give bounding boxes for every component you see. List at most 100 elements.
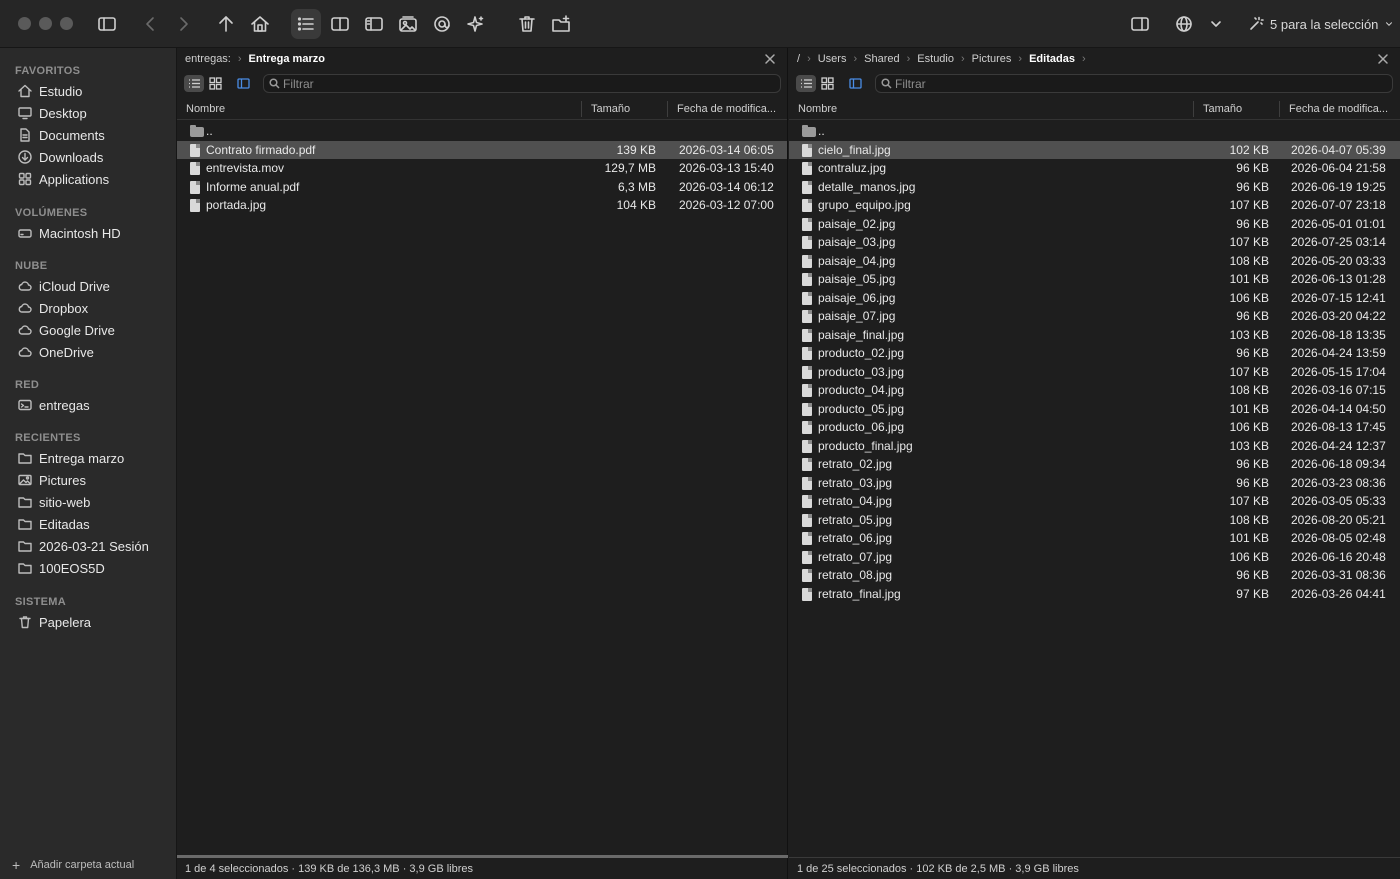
sidebar-item-editadas[interactable]: Editadas (18, 513, 90, 535)
sidebar-item-applications[interactable]: Applications (18, 168, 109, 190)
parent-folder-button[interactable] (211, 9, 241, 39)
forward-button[interactable] (168, 9, 198, 39)
gallery-button[interactable] (393, 9, 423, 39)
sidebar-item-pictures[interactable]: Pictures (18, 469, 86, 491)
table-row[interactable]: retrato_03.jpg 96 KB 2026-03-23 08:36 (789, 474, 1400, 493)
column-size[interactable]: Tamaño (591, 103, 630, 115)
column-divider[interactable] (581, 101, 582, 117)
sidebar-item-sitio-web[interactable]: sitio-web (18, 491, 90, 513)
sidebar-item-papelera[interactable]: Papelera (18, 611, 91, 633)
table-row[interactable]: producto_04.jpg 108 KB 2026-03-16 07:15 (789, 381, 1400, 400)
preview-toggle[interactable] (845, 75, 865, 92)
column-date[interactable]: Fecha de modifica... (677, 103, 776, 115)
zoom-window-button[interactable] (60, 17, 73, 30)
quick-look-button[interactable] (427, 9, 457, 39)
filter-field[interactable] (875, 74, 1393, 93)
breadcrumb-item[interactable]: Users (818, 53, 847, 65)
preview-toggle[interactable] (233, 75, 253, 92)
grid-view-toggle[interactable] (205, 75, 225, 92)
table-row[interactable]: paisaje_03.jpg 107 KB 2026-07-25 03:14 (789, 233, 1400, 252)
table-row[interactable]: Contrato firmado.pdf 139 KB 2026-03-14 0… (177, 140, 787, 159)
table-row[interactable]: paisaje_05.jpg 101 KB 2026-06-13 01:28 (789, 270, 1400, 289)
preview-pane-button[interactable] (359, 9, 389, 39)
sidebar-item-macintosh-hd[interactable]: Macintosh HD (18, 222, 121, 244)
breadcrumb-item[interactable]: Estudio (917, 53, 954, 65)
table-row[interactable]: producto_03.jpg 107 KB 2026-05-15 17:04 (789, 363, 1400, 382)
table-row[interactable]: retrato_07.jpg 106 KB 2026-06-16 20:48 (789, 548, 1400, 567)
table-row[interactable]: cielo_final.jpg 102 KB 2026-04-07 05:39 (789, 140, 1400, 159)
close-pane-button[interactable] (1376, 52, 1390, 66)
table-row[interactable]: portada.jpg 104 KB 2026-03-12 07:00 (177, 196, 787, 215)
sidebar-item-desktop[interactable]: Desktop (18, 102, 87, 124)
list-view-toggle[interactable] (796, 75, 816, 92)
table-row[interactable]: paisaje_02.jpg 96 KB 2026-05-01 01:01 (789, 215, 1400, 234)
sidebar-item-downloads[interactable]: Downloads (18, 146, 103, 168)
table-row[interactable]: grupo_equipo.jpg 107 KB 2026-07-07 23:18 (789, 196, 1400, 215)
table-row[interactable]: producto_final.jpg 103 KB 2026-04-24 12:37 (789, 437, 1400, 456)
add-current-folder-button[interactable]: + Añadir carpeta actual (12, 857, 134, 873)
column-divider[interactable] (1193, 101, 1194, 117)
sidebar-item-dropbox[interactable]: Dropbox (18, 297, 88, 319)
move-to-trash-button[interactable] (512, 9, 542, 39)
table-row[interactable]: producto_02.jpg 96 KB 2026-04-24 13:59 (789, 344, 1400, 363)
table-row[interactable]: paisaje_07.jpg 96 KB 2026-03-20 04:22 (789, 307, 1400, 326)
selection-actions-menu[interactable]: 5 para la selección (1248, 13, 1394, 35)
column-divider[interactable] (1279, 101, 1280, 117)
sidebar-item-documents[interactable]: Documents (18, 124, 105, 146)
list-view-toggle[interactable] (184, 75, 204, 92)
table-row[interactable]: retrato_05.jpg 108 KB 2026-08-20 05:21 (789, 511, 1400, 530)
table-row[interactable]: producto_06.jpg 106 KB 2026-08-13 17:45 (789, 418, 1400, 437)
close-pane-button[interactable] (763, 52, 777, 66)
table-row[interactable]: retrato_02.jpg 96 KB 2026-06-18 09:34 (789, 455, 1400, 474)
column-divider[interactable] (667, 101, 668, 117)
table-row[interactable]: retrato_08.jpg 96 KB 2026-03-31 08:36 (789, 566, 1400, 585)
filter-input[interactable] (283, 76, 743, 91)
ai-assistant-button[interactable] (461, 9, 491, 39)
breadcrumb-item[interactable]: / (797, 53, 800, 65)
dual-pane-button[interactable] (325, 9, 355, 39)
table-row[interactable]: retrato_final.jpg 97 KB 2026-03-26 04:41 (789, 585, 1400, 604)
filter-input[interactable] (895, 76, 1355, 91)
table-row[interactable]: entrevista.mov 129,7 MB 2026-03-13 15:40 (177, 159, 787, 178)
table-row[interactable]: paisaje_04.jpg 108 KB 2026-05-20 03:33 (789, 252, 1400, 271)
network-menu-button[interactable] (1201, 9, 1231, 39)
sidebar-item-onedrive[interactable]: OneDrive (18, 341, 94, 363)
table-row[interactable]: retrato_04.jpg 107 KB 2026-03-05 05:33 (789, 492, 1400, 511)
sidebar-item-estudio[interactable]: Estudio (18, 80, 82, 102)
parent-folder-row[interactable]: .. (789, 122, 1400, 141)
inspector-button[interactable] (1125, 9, 1155, 39)
sidebar-item-google-drive[interactable]: Google Drive (18, 319, 115, 341)
table-row[interactable]: contraluz.jpg 96 KB 2026-06-04 21:58 (789, 159, 1400, 178)
close-window-button[interactable] (18, 17, 31, 30)
column-date[interactable]: Fecha de modifica... (1289, 103, 1388, 115)
home-button[interactable] (245, 9, 275, 39)
column-size[interactable]: Tamaño (1203, 103, 1242, 115)
table-row[interactable]: Informe anual.pdf 6,3 MB 2026-03-14 06:1… (177, 178, 787, 197)
table-row[interactable]: paisaje_06.jpg 106 KB 2026-07-15 12:41 (789, 289, 1400, 308)
network-button[interactable] (1169, 9, 1199, 39)
grid-view-toggle[interactable] (817, 75, 837, 92)
back-button[interactable] (136, 9, 166, 39)
breadcrumb-item[interactable]: Editadas (1029, 53, 1075, 65)
table-row[interactable]: retrato_06.jpg 101 KB 2026-08-05 02:48 (789, 529, 1400, 548)
sidebar-item-entregas[interactable]: entregas (18, 394, 90, 416)
minimize-window-button[interactable] (39, 17, 52, 30)
table-row[interactable]: producto_05.jpg 101 KB 2026-04-14 04:50 (789, 400, 1400, 419)
breadcrumb-item[interactable]: Pictures (972, 53, 1012, 65)
parent-folder-row[interactable]: .. (177, 122, 787, 141)
new-folder-button[interactable] (546, 9, 576, 39)
breadcrumb-item[interactable]: Entrega marzo (249, 53, 325, 65)
table-row[interactable]: detalle_manos.jpg 96 KB 2026-06-19 19:25 (789, 178, 1400, 197)
filter-field[interactable] (263, 74, 781, 93)
sidebar-item-entrega-marzo[interactable]: Entrega marzo (18, 447, 124, 469)
breadcrumb-item[interactable]: Shared (864, 53, 899, 65)
column-name[interactable]: Nombre (798, 103, 837, 115)
breadcrumb-item[interactable]: entregas: (185, 53, 231, 65)
sidebar-item-100eos5d[interactable]: 100EOS5D (18, 557, 105, 579)
table-row[interactable]: paisaje_final.jpg 103 KB 2026-08-18 13:35 (789, 326, 1400, 345)
toggle-sidebar-button[interactable] (92, 9, 122, 39)
column-name[interactable]: Nombre (186, 103, 225, 115)
list-view-button[interactable] (291, 9, 321, 39)
sidebar-item-sesion[interactable]: 2026-03-21 Sesión (18, 535, 149, 557)
sidebar-item-icloud-drive[interactable]: iCloud Drive (18, 275, 110, 297)
